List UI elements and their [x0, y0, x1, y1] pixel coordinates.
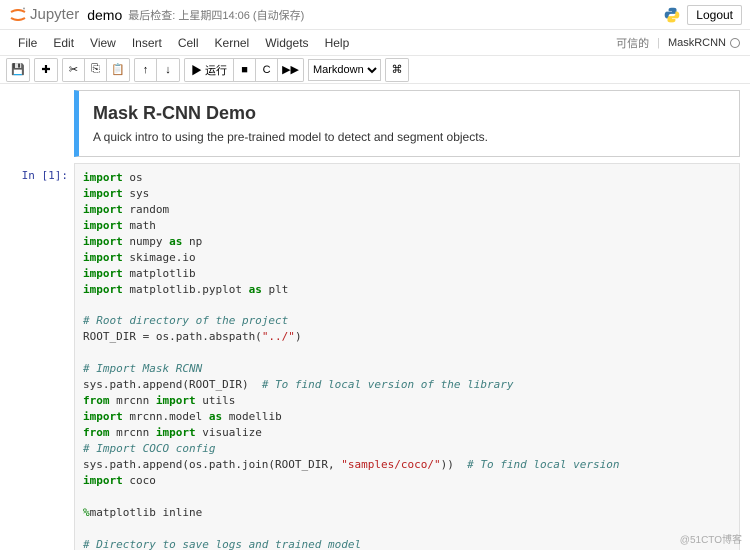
page-subtitle: A quick intro to using the pre-trained m…	[93, 130, 725, 144]
markdown-cell[interactable]: Mask R-CNN Demo A quick intro to using t…	[10, 90, 740, 157]
cell-prompt	[10, 90, 74, 157]
jupyter-logo[interactable]: Jupyter	[8, 5, 79, 25]
watermark: @51CTO博客	[680, 531, 742, 546]
menu-help[interactable]: Help	[317, 36, 358, 50]
paste-button[interactable]: 📋	[107, 59, 129, 81]
menubar: FileEditViewInsertCellKernelWidgetsHelp …	[0, 30, 750, 56]
add-cell-button[interactable]: ✚	[35, 59, 57, 81]
menu-cell[interactable]: Cell	[170, 36, 207, 50]
menu-view[interactable]: View	[82, 36, 124, 50]
page-title: Mask R-CNN Demo	[93, 103, 725, 124]
header: Jupyter demo 最后检查: 上星期四14:06 (自动保存) Logo…	[0, 0, 750, 30]
menu-kernel[interactable]: Kernel	[207, 36, 258, 50]
command-palette-button[interactable]: ⌘	[386, 59, 408, 81]
code-cell[interactable]: In [1]: import os import sys import rand…	[10, 163, 740, 550]
trusted-indicator[interactable]: 可信的	[616, 35, 649, 51]
checkpoint-status: 最后检查: 上星期四14:06 (自动保存)	[128, 7, 304, 23]
copy-button[interactable]: ⎘	[85, 59, 107, 81]
restart-run-all-button[interactable]: ▶▶	[278, 59, 303, 81]
logout-button[interactable]: Logout	[687, 5, 742, 25]
notebook-area[interactable]: Mask R-CNN Demo A quick intro to using t…	[0, 84, 750, 550]
interrupt-button[interactable]: ■	[234, 59, 256, 81]
menu-edit[interactable]: Edit	[45, 36, 82, 50]
kernel-indicator-icon	[730, 38, 740, 48]
jupyter-icon	[8, 5, 28, 25]
cut-button[interactable]: ✂	[63, 59, 85, 81]
logo-text: Jupyter	[30, 6, 79, 23]
cell-type-select[interactable]: Markdown	[308, 59, 381, 81]
code-input[interactable]: import os import sys import random impor…	[74, 163, 740, 550]
menu-widgets[interactable]: Widgets	[257, 36, 316, 50]
toolbar: 💾 ✚ ✂ ⎘ 📋 ↑ ↓ ▶ 运行 ■ C ▶▶ Markdown ⌘	[0, 56, 750, 84]
python-icon	[663, 6, 681, 24]
menu-file[interactable]: File	[10, 36, 45, 50]
run-button[interactable]: ▶ 运行	[185, 59, 234, 81]
kernel-name[interactable]: MaskRCNN	[668, 37, 740, 49]
move-down-button[interactable]: ↓	[157, 59, 179, 81]
notebook-name[interactable]: demo	[87, 7, 122, 23]
cell-prompt: In [1]:	[10, 163, 74, 550]
menu-insert[interactable]: Insert	[124, 36, 170, 50]
save-button[interactable]: 💾	[7, 59, 29, 81]
restart-button[interactable]: C	[256, 59, 278, 81]
move-up-button[interactable]: ↑	[135, 59, 157, 81]
